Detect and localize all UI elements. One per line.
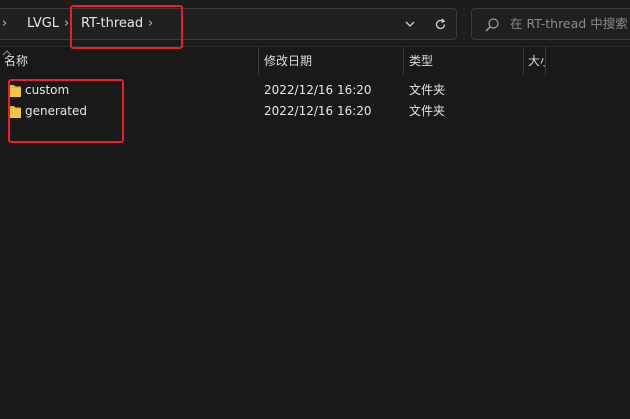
search-box[interactable]: 在 RT-thread 中搜索 [471,8,630,40]
column-type[interactable]: 类型 [409,47,519,75]
column-header: 名称 修改日期 类型 大小 [0,47,630,75]
file-modified: 2022/12/16 16:20 [264,83,372,97]
column-divider[interactable] [545,47,546,75]
file-type: 文件夹 [409,83,446,97]
file-modified: 2022/12/16 16:20 [264,104,372,118]
breadcrumb-chevron-icon[interactable]: › [148,9,153,39]
breadcrumb-lvgl[interactable]: LVGL [27,9,59,39]
breadcrumb-rt-thread[interactable]: RT-thread [81,9,143,39]
refresh-icon[interactable] [429,9,451,39]
column-size[interactable]: 大小 [528,47,545,75]
file-row-generated[interactable]: generated 2022/12/16 16:20 文件夹 [0,101,545,122]
folder-icon [10,85,21,97]
file-type: 文件夹 [409,104,446,118]
navigation-bar: › LVGL › RT-thread › 在 RT-thread 中搜索 [0,0,630,47]
column-divider[interactable] [258,47,259,75]
file-name[interactable]: generated [25,101,87,122]
folder-icon [10,106,21,118]
breadcrumb-chevron-icon[interactable]: › [64,9,69,39]
search-icon [485,18,499,32]
column-divider[interactable] [403,47,404,75]
file-row-custom[interactable]: custom 2022/12/16 16:20 文件夹 [0,80,545,101]
column-modified[interactable]: 修改日期 [264,47,399,75]
chevron-down-icon[interactable] [399,9,421,39]
breadcrumb-chevron-icon[interactable]: › [2,9,7,39]
column-divider[interactable] [523,47,524,75]
address-bar[interactable]: › LVGL › RT-thread › [0,8,457,40]
column-name[interactable]: 名称 [4,47,254,75]
search-input[interactable]: 在 RT-thread 中搜索 [510,9,628,39]
file-name[interactable]: custom [25,80,69,101]
